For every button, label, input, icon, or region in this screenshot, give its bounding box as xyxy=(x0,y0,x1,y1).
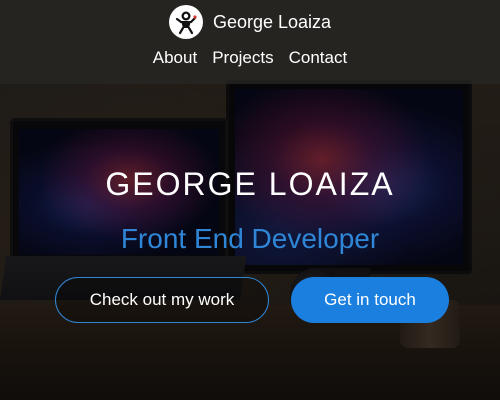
get-in-touch-button[interactable]: Get in touch xyxy=(291,277,449,323)
hero-title: GEORGE LOAIZA xyxy=(105,166,395,202)
main-nav: About Projects Contact xyxy=(0,48,500,68)
brand-link[interactable]: George Loaiza xyxy=(0,4,500,40)
site-header: George Loaiza About Projects Contact xyxy=(0,0,500,84)
nav-link-contact[interactable]: Contact xyxy=(289,48,348,68)
nav-link-about[interactable]: About xyxy=(153,48,197,68)
hero-subtitle: Front End Developer xyxy=(120,223,380,254)
brand-name: George Loaiza xyxy=(212,11,332,32)
nav-link-projects[interactable]: Projects xyxy=(212,48,273,68)
astronaut-icon xyxy=(168,5,203,39)
check-out-work-button[interactable]: Check out my work xyxy=(55,277,269,323)
